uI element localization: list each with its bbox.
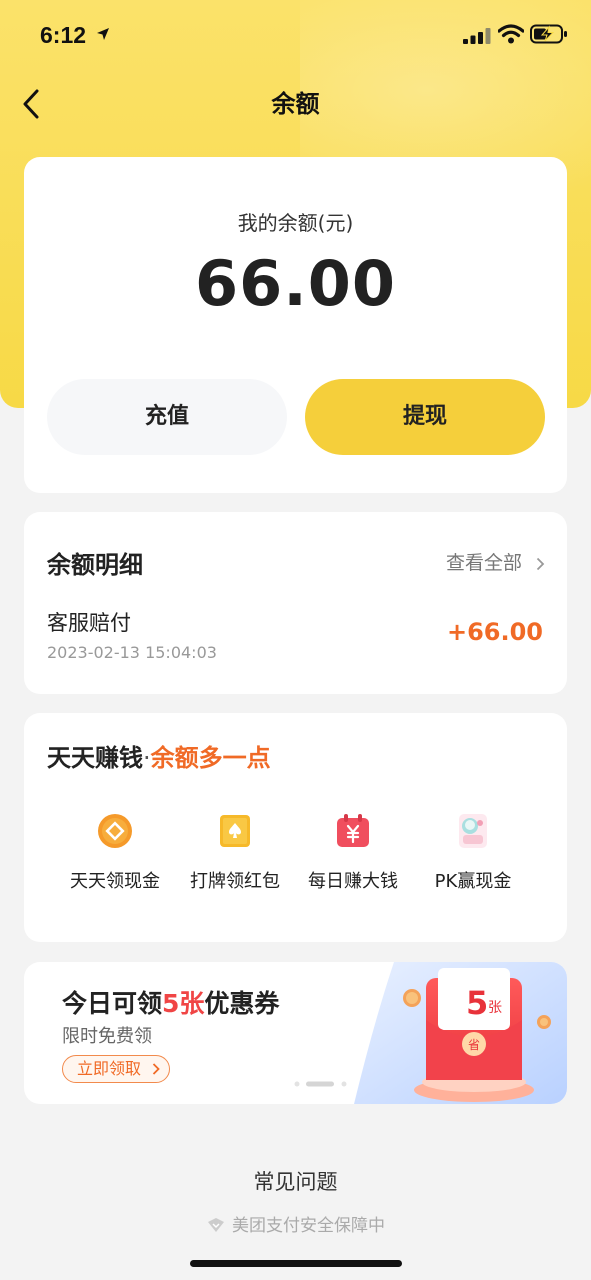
earn-title: 天天赚钱·余额多一点 [47, 738, 271, 773]
coupon-count: 5 [466, 984, 488, 1022]
balance-card: 我的余额(元) 66.00 充值 提现 [24, 157, 567, 493]
home-indicator[interactable] [190, 1260, 402, 1267]
earn-item-daily-earn[interactable]: 每日赚大钱 [288, 811, 418, 893]
carousel-pager [294, 1081, 347, 1087]
coupon-gift-illustration: 5 张 省 [354, 962, 567, 1104]
earn-item-label: 每日赚大钱 [308, 871, 398, 892]
security-label: 美团支付安全保障中 [232, 1216, 385, 1236]
chevron-right-icon [536, 557, 545, 570]
card-game-icon [220, 815, 250, 847]
coin-icon [98, 814, 132, 848]
earn-title-main: 天天赚钱 [47, 744, 143, 772]
status-time: 6:12 [40, 22, 87, 48]
banner-title: 今日可领5张优惠券 [62, 984, 279, 1020]
calendar-money-icon [337, 814, 369, 847]
transaction-name: 客服赔付 [47, 611, 131, 635]
details-title: 余额明细 [47, 551, 143, 579]
earn-item-pk[interactable]: PK赢现金 [408, 811, 538, 893]
earn-title-accent: 余额多一点 [150, 744, 271, 772]
balance-details-card: 余额明细 查看全部 客服赔付 2023-02-13 15:04:03 +66.0… [24, 512, 567, 694]
coupon-unit: 张 [488, 1000, 502, 1016]
wifi-icon [498, 24, 524, 44]
cellular-signal-icon [463, 28, 491, 44]
location-arrow-icon [97, 28, 109, 40]
view-all-label: 查看全部 [445, 552, 522, 574]
balance-amount: 66.00 [194, 247, 397, 320]
earn-item-label: PK赢现金 [434, 871, 512, 892]
chevron-right-icon [152, 1063, 160, 1075]
page-title: 余额 [271, 90, 320, 118]
earn-money-card: 天天赚钱·余额多一点 天天领现金 打牌领红包 每日赚大钱 PK赢现金 [24, 713, 567, 942]
transaction-time: 2023-02-13 15:04:03 [47, 643, 217, 662]
earn-item-card-game[interactable]: 打牌领红包 [170, 811, 300, 893]
security-notice: 美团支付安全保障中 [0, 1211, 591, 1236]
banner-subtitle: 限时免费领 [62, 1026, 152, 1047]
earn-item-label: 天天领现金 [70, 871, 160, 892]
battery-charging-icon [530, 24, 567, 44]
status-bar: 6:12 [0, 0, 591, 72]
banner-title-highlight: 5张 [162, 989, 205, 1018]
claim-now-button[interactable]: 立即领取 [62, 1055, 171, 1083]
faq-link[interactable]: 常见问题 [0, 1166, 591, 1196]
transaction-amount: +66.00 [446, 618, 543, 646]
coupon-stamp: 省 [468, 1038, 480, 1052]
pk-icon [459, 814, 487, 848]
banner-title-post: 优惠券 [204, 989, 280, 1018]
banner-title-pre: 今日可领 [62, 989, 163, 1018]
earn-item-label: 打牌领红包 [190, 871, 280, 892]
earn-title-separator: · [143, 744, 151, 772]
claim-now-label: 立即领取 [77, 1059, 142, 1078]
view-all-link[interactable]: 查看全部 [446, 548, 545, 575]
withdraw-button[interactable]: 提现 [305, 379, 545, 455]
earn-item-daily-cash[interactable]: 天天领现金 [50, 811, 180, 893]
shield-icon [208, 1218, 224, 1232]
coupon-banner[interactable]: 5 张 省 今日可领5张优惠券 限时免费领 立即领取 [24, 962, 567, 1104]
recharge-button[interactable]: 充值 [47, 379, 287, 455]
balance-label: 我的余额(元) [237, 211, 354, 235]
